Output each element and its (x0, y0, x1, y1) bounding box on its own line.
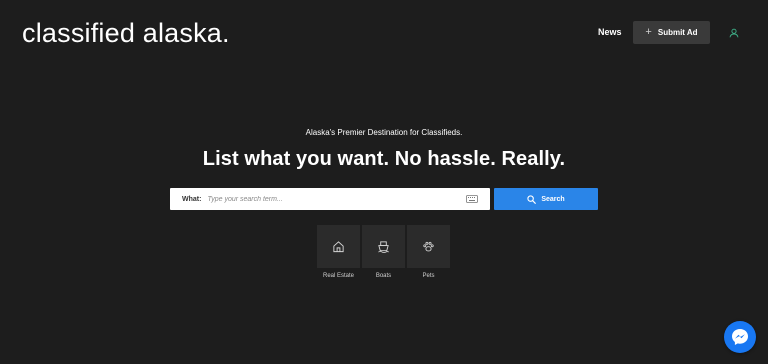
hero-headline: List what you want. No hassle. Really. (202, 148, 566, 170)
user-icon[interactable] (729, 28, 739, 38)
category-label: Boats (375, 273, 392, 279)
messenger-icon (732, 329, 748, 345)
category-label: Real Estate (322, 273, 355, 279)
keyboard-icon[interactable] (466, 195, 478, 203)
nav-news-link[interactable]: News (598, 27, 622, 37)
category-pets[interactable]: Pets (407, 225, 450, 279)
paw-icon (423, 241, 434, 252)
search-icon (527, 194, 537, 204)
search-button-label: Search (541, 195, 565, 203)
category-list: Real Estate Boats Pets (317, 225, 450, 279)
hero-tagline: Alaska's Premier Destination for Classif… (305, 128, 463, 137)
submit-ad-label: Submit Ad (657, 28, 698, 37)
submit-ad-button[interactable]: + Submit Ad (633, 21, 710, 44)
category-tile[interactable] (317, 225, 360, 268)
messenger-chat-button[interactable] (724, 321, 756, 353)
search-box: What: (170, 188, 490, 210)
house-icon (333, 241, 344, 253)
search-button[interactable]: Search (494, 188, 598, 210)
category-tile[interactable] (407, 225, 450, 268)
category-tile[interactable] (362, 225, 405, 268)
search-input[interactable] (207, 190, 466, 208)
site-logo[interactable]: classified alaska. (22, 18, 230, 49)
boat-icon (378, 241, 389, 253)
category-boats[interactable]: Boats (362, 225, 405, 279)
search-label: What: (182, 195, 202, 203)
plus-icon: + (645, 26, 652, 38)
category-real-estate[interactable]: Real Estate (317, 225, 360, 279)
category-label: Pets (422, 273, 435, 279)
